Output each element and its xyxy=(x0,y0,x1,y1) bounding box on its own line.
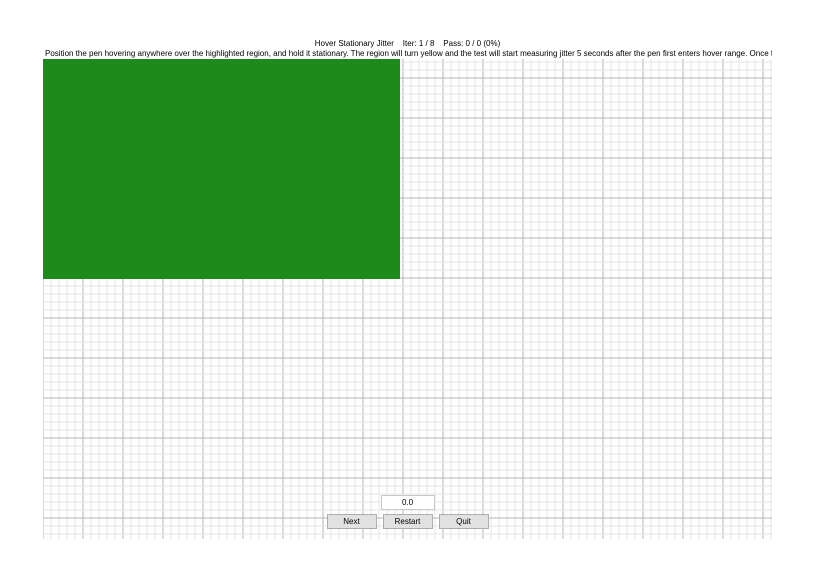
iter-total: 8 xyxy=(430,39,434,48)
test-canvas: Hover Stationary Jitter Iter: 1 / 8 Pass… xyxy=(43,38,772,539)
header: Hover Stationary Jitter Iter: 1 / 8 Pass… xyxy=(43,38,772,59)
highlight-region[interactable] xyxy=(43,57,400,279)
test-name: Hover Stationary Jitter xyxy=(315,39,394,48)
button-row: Next Restart Quit xyxy=(327,514,489,529)
pass-percent: 0% xyxy=(486,39,498,48)
bottom-panel: 0.0 Next Restart Quit xyxy=(43,495,772,529)
title-row: Hover Stationary Jitter Iter: 1 / 8 Pass… xyxy=(43,39,772,49)
iter-label: Iter: xyxy=(403,39,417,48)
restart-button[interactable]: Restart xyxy=(383,514,433,529)
quit-button[interactable]: Quit xyxy=(439,514,489,529)
pass-count: 0 xyxy=(466,39,470,48)
jitter-readout: 0.0 xyxy=(381,495,435,510)
pass-total: 0 xyxy=(477,39,481,48)
pass-label: Pass: xyxy=(443,39,463,48)
next-button[interactable]: Next xyxy=(327,514,377,529)
app-frame: Hover Stationary Jitter Iter: 1 / 8 Pass… xyxy=(0,0,815,584)
iter-current: 1 xyxy=(419,39,423,48)
instruction-text: Position the pen hovering anywhere over … xyxy=(43,49,772,60)
